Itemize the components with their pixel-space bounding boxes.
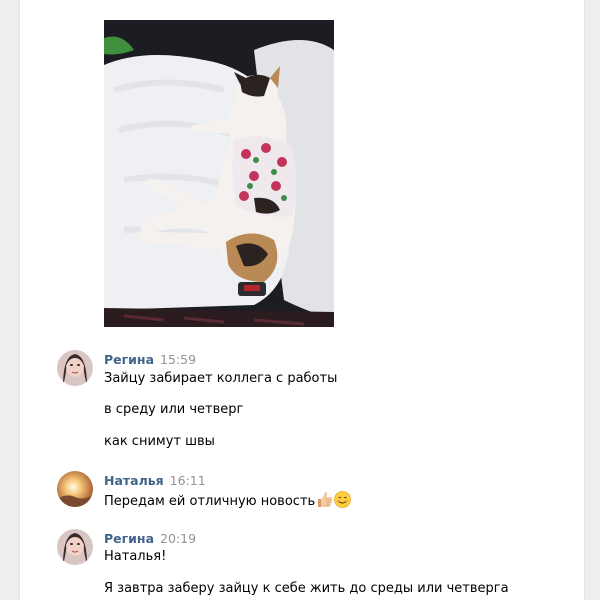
author-name-link[interactable]: Наталья bbox=[104, 473, 164, 488]
message-history-panel: Регина 15:59 Зайцу забирает коллега с раб… bbox=[19, 0, 585, 600]
message-header: Регина 20:19 bbox=[104, 529, 564, 547]
user-avatar-icon[interactable] bbox=[57, 350, 93, 386]
photo-attachment[interactable] bbox=[104, 20, 334, 327]
user-avatar-icon[interactable] bbox=[57, 529, 93, 565]
message-body: Наталья 16:11 Передам ей отличную новость bbox=[104, 471, 564, 509]
chat-page: Регина 15:59 Зайцу забирает коллега с раб… bbox=[0, 0, 600, 600]
message-header: Регина 15:59 bbox=[104, 350, 564, 368]
cat-photo-image bbox=[104, 20, 334, 327]
message-text: Наталья! bbox=[104, 549, 167, 564]
message-body: Регина 20:19 Наталья! Я завтра заберу зай… bbox=[104, 529, 564, 596]
message-text: Зайцу забирает коллега с работы bbox=[104, 371, 338, 386]
message-time[interactable]: 16:11 bbox=[170, 473, 206, 488]
smile-emoji-icon bbox=[334, 491, 352, 508]
message-time[interactable]: 20:19 bbox=[160, 531, 196, 546]
thumbs-up-emoji-icon bbox=[316, 491, 333, 508]
message-text: как снимут швы bbox=[104, 434, 215, 449]
message-text: Я завтра заберу зайцу к себе жить до сре… bbox=[104, 581, 509, 596]
message-time[interactable]: 15:59 bbox=[160, 352, 196, 367]
message-text-row: Передам ей отличную новость bbox=[104, 491, 352, 510]
author-name-link[interactable]: Регина bbox=[104, 352, 154, 367]
user-avatar-icon[interactable] bbox=[57, 471, 93, 507]
message-body: Регина 15:59 Зайцу забирает коллега с раб… bbox=[104, 350, 564, 449]
message-header: Наталья 16:11 bbox=[104, 471, 564, 489]
message-text: Передам ей отличную новость bbox=[104, 494, 316, 509]
author-name-link[interactable]: Регина bbox=[104, 531, 154, 546]
message-text: в среду или четверг bbox=[104, 402, 244, 417]
